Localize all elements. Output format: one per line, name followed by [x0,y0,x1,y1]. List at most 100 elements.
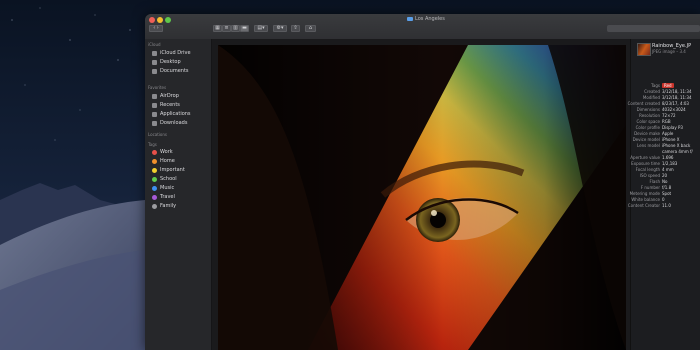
sidebar-header-locations: Locations [148,132,168,137]
applications-icon [152,111,157,117]
tag-chip[interactable]: Red [662,83,674,88]
metadata-value: No [662,179,668,184]
metadata-row: Metering mode Spot [629,191,700,196]
red-tag-label: Red [662,83,674,88]
metadata-row: Resolution 72×72 [631,113,700,118]
metadata-key: Metering mode [629,191,660,196]
metadata-key: Lens model [637,143,660,148]
folder-icon [407,17,413,21]
sidebar-item-desktop[interactable]: Desktop [152,59,181,65]
sidebar-item-recents[interactable]: Recents [152,102,180,108]
metadata-key: Modified [642,95,660,100]
tag-dot-icon [152,158,157,164]
column-view-button[interactable]: ▥ [231,25,240,32]
sidebar-item-icloud-drive[interactable]: iCloud Drive [152,50,191,56]
gallery-preview [212,39,630,350]
metadata-row: White balance 0 [631,197,700,202]
back-forward-buttons[interactable]: ‹ › [149,25,163,32]
metadata-key: Device make [634,131,660,136]
metadata-row: Flash No [631,179,700,184]
metadata-value: 1/2,183 [662,161,678,166]
file-thumbnail [637,43,651,56]
search-input[interactable] [607,25,700,32]
metadata-value: Spot [662,191,672,196]
metadata-row: Aperture value 1.696 [630,155,700,160]
metadata-value: Display P3 [662,125,683,130]
icon-view-button[interactable]: ▦ [213,25,222,32]
metadata-row: Color space RGB [631,119,700,124]
window-title: Los Angeles [407,16,445,22]
sidebar-tag-travel[interactable]: Travel [152,194,175,200]
sidebar-tag-music[interactable]: Music [152,185,174,191]
metadata-row: Color profile Display P3 [631,125,700,130]
metadata-value: 3/12/18, 11:34 [662,95,692,100]
gear-icon: ⚙▾ [276,25,284,31]
gallery-view-button[interactable]: ▬ [240,25,249,32]
tag-dot-icon [152,194,157,200]
metadata-key: Resolution [639,113,660,118]
sidebar-tag-family[interactable]: Family [152,203,176,209]
metadata-value: 8/23/17, 4:03 [662,101,689,106]
metadata-key: Dimensions [636,107,660,112]
list-view-button[interactable]: ≡ [222,25,231,32]
metadata-key: Color profile [635,125,660,130]
metadata-row: Device model iPhone X [631,137,700,142]
metadata-row: Content Creator 11.0 [628,203,700,208]
tag-dot-icon [152,185,157,191]
share-button[interactable]: ⇧ [291,25,300,32]
metadata-value: Apple [662,131,674,136]
metadata-row: Lens model iPhone X back [631,143,700,148]
metadata-row: Created 3/12/18, 11:34 [631,89,700,94]
close-window-button[interactable] [149,17,155,23]
finder-window: Los Angeles ‹ › ▦ ≡ ▥ ▬ ▤▾ ⚙▾ ⇧ ⌂ iCloud… [145,14,700,350]
metadata-value: 4 mm [662,167,674,172]
metadata-value: 0 [662,197,665,202]
tag-dot-icon [152,203,157,209]
metadata-value: 3/12/18, 11:34 [662,89,692,94]
gallery-view-icon: ▬ [242,25,247,31]
edit-tags-button[interactable]: ⌂ [305,25,316,32]
sidebar-item-downloads[interactable]: Downloads [152,120,187,126]
metadata-row: Device make Apple [631,131,700,136]
metadata-key: Color space [636,119,660,124]
metadata-value: 72×72 [662,113,676,118]
minimize-window-button[interactable] [157,17,163,23]
group-button[interactable]: ▤▾ [254,25,268,32]
metadata-row: Focal length 4 mm [631,167,700,172]
sidebar-tag-school[interactable]: School [152,176,177,182]
clock-icon [152,102,157,108]
sidebar-header-tags: Tags [148,142,157,147]
back-icon[interactable]: ‹ [153,25,155,31]
metadata-row: Tags Red [631,83,700,88]
sidebar-tag-work[interactable]: Work [152,149,173,155]
metadata-key: Tags [651,83,660,88]
rainbow-eye-photo[interactable] [218,45,626,350]
desktop-icon [152,59,157,65]
sidebar-item-documents[interactable]: Documents [152,68,189,74]
icon-view-icon: ▦ [215,25,220,31]
group-icon: ▤▾ [257,25,265,31]
column-view-icon: ▥ [233,25,238,31]
metadata-key: Device model [632,137,660,142]
sidebar: iCloud iCloud Drive Desktop Documents Fa… [145,39,212,350]
tag-dot-icon [152,176,157,182]
metadata-row: Dimensions 4032×3024 [631,107,700,112]
sidebar-item-applications[interactable]: Applications [152,111,191,117]
metadata-value: 11.0 [662,203,671,208]
metadata-key: Content created [627,101,660,106]
sidebar-tag-important[interactable]: Important [152,167,185,173]
sidebar-item-airdrop[interactable]: AirDrop [152,93,179,99]
action-button[interactable]: ⚙▾ [273,25,287,32]
tag-dot-icon [152,167,157,173]
metadata-row: F number f/1.8 [631,185,700,190]
metadata-row: camera 4mm f/ [631,149,700,154]
zoom-window-button[interactable] [165,17,171,23]
airdrop-icon [152,93,157,99]
metadata-row: ISO speed 20 [631,173,700,178]
metadata-value: iPhone X back [662,143,691,148]
metadata-row: Content created 8/23/17, 4:03 [627,101,700,106]
tag-dot-icon [152,149,157,155]
metadata-value: 1.696 [662,155,674,160]
sidebar-tag-home[interactable]: Home [152,158,175,164]
forward-icon[interactable]: › [157,25,159,31]
